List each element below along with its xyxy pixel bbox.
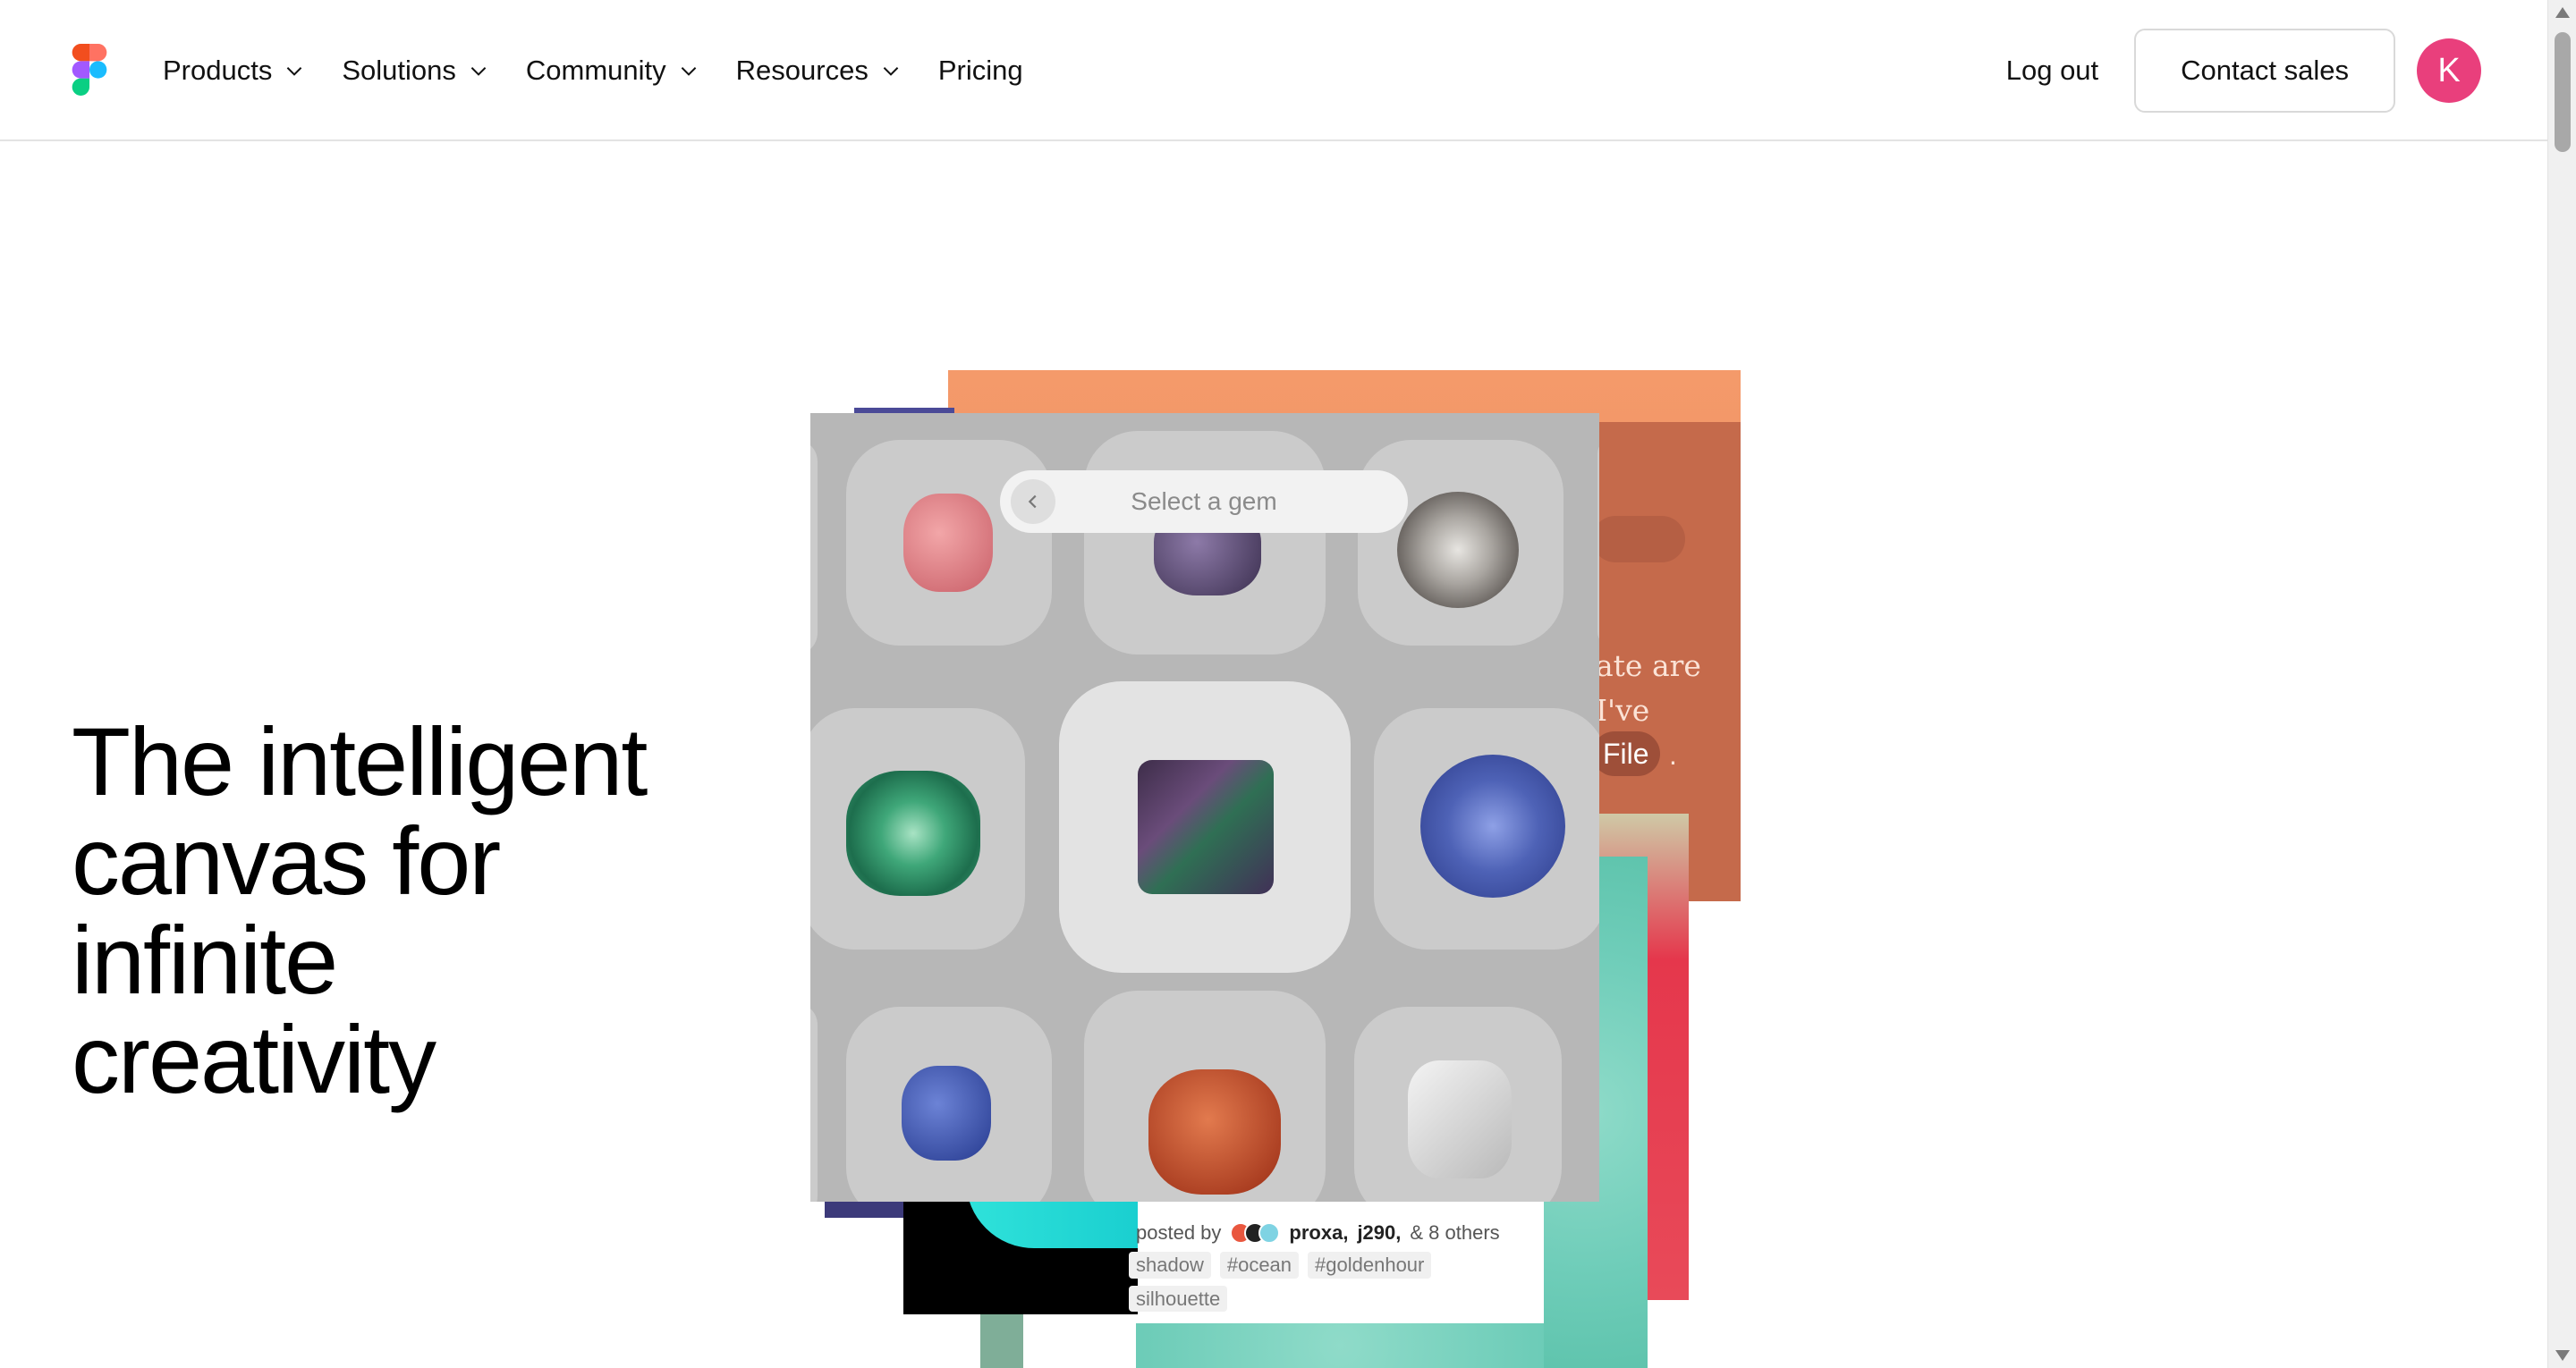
hero-title-line: canvas for xyxy=(72,806,501,915)
hero-title-line: infinite xyxy=(72,906,338,1014)
green-block xyxy=(980,1314,1023,1368)
fluorite-gem xyxy=(1138,760,1274,894)
gem-tile[interactable] xyxy=(1084,991,1326,1202)
orange-text-line: ate are xyxy=(1596,648,1701,683)
teal-texture-card xyxy=(1136,1323,1648,1368)
mini-avatar xyxy=(1244,1222,1267,1244)
agate-gem xyxy=(1397,492,1519,608)
gem-tile[interactable] xyxy=(810,1003,818,1202)
main-nav: Products Solutions Community Resources P… xyxy=(163,0,1023,141)
gem-tile-selected[interactable] xyxy=(1059,681,1351,973)
malachite-gem xyxy=(846,771,980,896)
gem-search-bar[interactable]: Select a gem xyxy=(1000,470,1408,533)
contact-sales-button[interactable]: Contact sales xyxy=(2134,29,2395,113)
nav-products-label: Products xyxy=(163,55,273,86)
file-pill: File xyxy=(1592,731,1660,776)
pink-texture-card xyxy=(1592,814,1689,1300)
nav-pricing-label: Pricing xyxy=(937,55,1023,86)
gem-tile[interactable] xyxy=(1084,431,1326,654)
nav-solutions-label: Solutions xyxy=(342,55,456,86)
post-tags: shadow #ocean #goldenhour xyxy=(1129,1252,1504,1279)
mini-avatar xyxy=(1258,1222,1281,1244)
tag[interactable]: #goldenhour xyxy=(1308,1252,1432,1279)
nav-resources-label: Resources xyxy=(735,55,869,86)
page-scrollbar[interactable] xyxy=(2547,0,2576,1368)
gem-tile[interactable] xyxy=(1597,440,1599,646)
file-pill-suffix: . xyxy=(1669,739,1677,771)
gem-tile[interactable] xyxy=(846,1007,1052,1202)
mini-avatars xyxy=(1230,1222,1281,1244)
header-actions: Log out Contact sales K xyxy=(2006,0,2481,141)
dots-pill xyxy=(1592,516,1685,562)
scroll-up-arrow-icon[interactable] xyxy=(2555,7,2570,18)
hero-title: The intelligent canvas for infinite crea… xyxy=(72,712,769,1109)
tag[interactable]: shadow xyxy=(1129,1252,1211,1279)
logout-link[interactable]: Log out xyxy=(2006,55,2098,87)
hero-collage: ate are I've File . posted by proxa, j29… xyxy=(0,0,2576,1368)
nav-solutions[interactable]: Solutions xyxy=(342,55,490,87)
post-user: proxa, xyxy=(1289,1221,1349,1244)
scroll-down-arrow-icon[interactable] xyxy=(2555,1350,2570,1361)
figma-logo-icon[interactable] xyxy=(70,44,109,96)
gem-tile[interactable] xyxy=(1374,708,1599,950)
post-user: j290, xyxy=(1357,1221,1402,1244)
mini-avatar xyxy=(1230,1222,1252,1244)
gem-search-placeholder: Select a gem xyxy=(1131,487,1277,515)
lapis-gem xyxy=(902,1066,991,1161)
chevron-down-icon xyxy=(470,67,487,76)
celestite-gem xyxy=(1420,755,1565,898)
nav-resources[interactable]: Resources xyxy=(736,55,902,87)
posted-by-label: posted by xyxy=(1136,1221,1222,1244)
gem-tile[interactable] xyxy=(810,440,818,654)
gem-tile[interactable] xyxy=(1354,1007,1562,1202)
orange-text-line: I've xyxy=(1596,693,1650,728)
orange-card-text: ate are I've xyxy=(1596,644,1701,733)
hero-title-line: The intelligent xyxy=(72,707,648,815)
chevron-down-icon xyxy=(681,67,696,76)
post-attribution: posted by proxa, j290, & 8 others xyxy=(1136,1221,1500,1245)
gem-tile[interactable] xyxy=(846,440,1052,646)
rhodochrosite-gem xyxy=(903,494,993,592)
nav-community-label: Community xyxy=(525,55,666,86)
nav-products[interactable]: Products xyxy=(163,55,306,87)
gem-tile[interactable] xyxy=(810,708,1025,950)
tag[interactable]: silhouette xyxy=(1129,1286,1228,1312)
post-tags-row-2: silhouette xyxy=(1129,1286,1228,1312)
nav-community[interactable]: Community xyxy=(526,55,700,87)
vanadinite-gem xyxy=(1148,1069,1281,1195)
post-others: & 8 others xyxy=(1410,1221,1500,1244)
selenite-gem xyxy=(1408,1060,1512,1178)
nav-pricing[interactable]: Pricing xyxy=(938,55,1023,87)
gem-tile[interactable] xyxy=(1358,440,1563,646)
scroll-thumb[interactable] xyxy=(2555,32,2571,152)
gem-picker-panel: Select a gem xyxy=(810,413,1599,1202)
chevron-down-icon xyxy=(883,67,899,76)
chevron-down-icon xyxy=(287,67,302,76)
file-pill-label: File xyxy=(1603,738,1649,770)
avatar[interactable]: K xyxy=(2417,38,2481,103)
post-card xyxy=(1109,1198,1544,1332)
tag[interactable]: #ocean xyxy=(1219,1252,1300,1279)
hero-title-line: creativity xyxy=(72,1005,436,1113)
site-header: Products Solutions Community Resources P… xyxy=(0,0,2547,141)
